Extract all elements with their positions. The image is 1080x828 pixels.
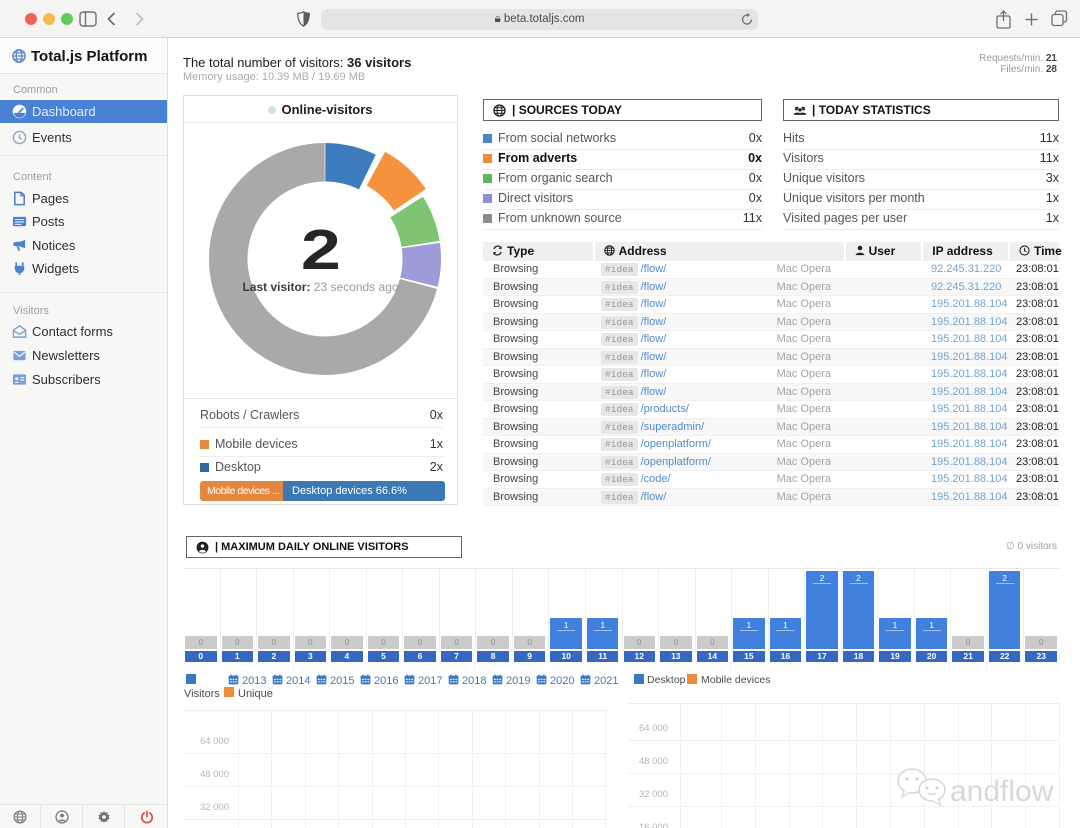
svg-text:andflow: andflow: [950, 775, 1054, 808]
